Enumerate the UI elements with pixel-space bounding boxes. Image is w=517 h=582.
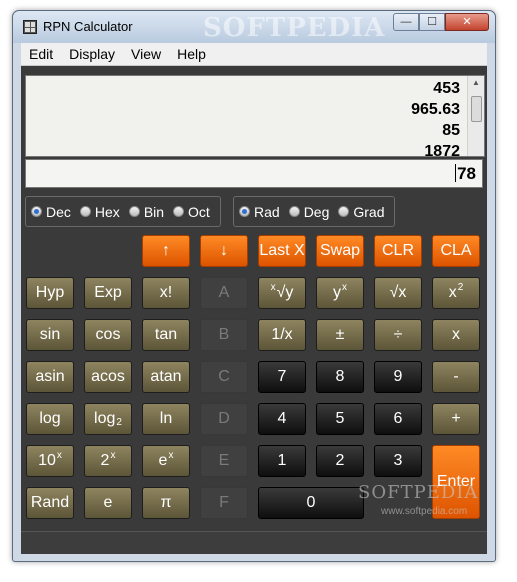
radio-hex[interactable]: Hex [79,204,120,220]
maximize-button[interactable]: ☐ [419,13,445,31]
cla-button[interactable]: CLA [432,235,480,267]
radio-bin[interactable]: Bin [128,204,164,220]
watermark-brand: SOFTPEDIA [358,482,479,503]
menu-edit[interactable]: Edit [21,43,61,65]
hyp-button[interactable]: Hyp [26,277,74,309]
status-bar [21,531,487,554]
watermark-text: SOFTPEDIA [203,13,386,43]
divide-button[interactable]: ÷ [374,319,422,351]
window-title: RPN Calculator [43,19,133,34]
menu-bar: Edit Display View Help [21,43,487,66]
digit-3-button[interactable]: 3 [374,445,422,477]
minimize-button[interactable]: — [393,13,419,31]
digit-9-button[interactable]: 9 [374,361,422,393]
digit-6-button[interactable]: 6 [374,403,422,435]
sin-button[interactable]: sin [26,319,74,351]
radio-selected-icon [31,206,42,217]
digit-2-button[interactable]: 2 [316,445,364,477]
number-base-group: Dec Hex Bin Oct [25,196,221,227]
rand-button[interactable]: Rand [26,487,74,519]
close-button[interactable]: ✕ [445,13,489,31]
radio-grad[interactable]: Grad [338,204,385,220]
euler-e-button[interactable]: e [84,487,132,519]
scroll-up-icon[interactable]: ▲ [468,76,484,89]
menu-help[interactable]: Help [169,43,214,65]
radio-dec[interactable]: Dec [31,204,71,220]
e-power-x-button[interactable]: ex [142,445,190,477]
menu-view[interactable]: View [123,43,169,65]
two-power-x-button[interactable]: 2x [84,445,132,477]
cos-button[interactable]: cos [84,319,132,351]
calculator-app-icon [23,20,37,34]
digit-7-button[interactable]: 7 [258,361,306,393]
log2-button[interactable]: log 2 [84,403,132,435]
stack-entry: 1872 [424,143,460,157]
reciprocal-button[interactable]: 1/x [258,319,306,351]
atan-button[interactable]: atan [142,361,190,393]
hex-a-button[interactable]: A [200,277,248,309]
radio-icon [338,206,350,217]
ten-power-x-button[interactable]: 10 x [26,445,74,477]
text-caret [455,164,457,182]
entry-value: 78 [457,164,476,183]
scroll-thumb[interactable] [471,96,482,122]
hex-c-button[interactable]: C [200,361,248,393]
swap-button[interactable]: Swap [316,235,364,267]
digit-5-button[interactable]: 5 [316,403,364,435]
exp-button[interactable]: Exp [84,277,132,309]
square-root-button[interactable]: √x [374,277,422,309]
menu-display[interactable]: Display [61,43,123,65]
hex-d-button[interactable]: D [200,403,248,435]
acos-button[interactable]: acos [84,361,132,393]
log-button[interactable]: log [26,403,74,435]
radio-icon [79,206,91,217]
digit-1-button[interactable]: 1 [258,445,306,477]
watermark-url: www.softpedia.com [381,506,468,517]
radio-icon [128,206,140,217]
stack-entry: 965.63 [411,101,460,118]
roll-down-button[interactable]: ↓ [200,235,248,267]
square-button[interactable]: x2 [432,277,480,309]
stack-entry: 453 [433,80,460,97]
xth-root-button[interactable]: x √y [258,277,306,309]
radio-icon [173,206,185,217]
radio-selected-icon [239,206,250,217]
subtract-button[interactable]: - [432,361,480,393]
roll-up-button[interactable]: ↑ [142,235,190,267]
ln-button[interactable]: ln [142,403,190,435]
title-bar[interactable]: RPN Calculator SOFTPEDIA — ☐ ✕ [13,11,495,43]
calculator-body: Edit Display View Help 453 965.63 85 187… [21,43,487,554]
digit-8-button[interactable]: 8 [316,361,364,393]
hex-b-button[interactable]: B [200,319,248,351]
radio-rad[interactable]: Rad [239,204,280,220]
tan-button[interactable]: tan [142,319,190,351]
multiply-button[interactable]: x [432,319,480,351]
calculator-window: RPN Calculator SOFTPEDIA — ☐ ✕ Edit Disp… [12,10,496,562]
hex-f-button[interactable]: F [200,487,248,519]
add-button[interactable]: + [432,403,480,435]
clr-button[interactable]: CLR [374,235,422,267]
stack-display: 453 965.63 85 1872 ▲ [25,75,485,157]
pi-button[interactable]: π [142,487,190,519]
angle-mode-group: Rad Deg Grad [233,196,395,227]
entry-field[interactable]: 78 [25,159,483,188]
digit-0-button[interactable]: 0 [258,487,364,519]
factorial-button[interactable]: x! [142,277,190,309]
stack-scrollbar[interactable]: ▲ [467,76,484,156]
radio-icon [288,206,300,217]
last-x-button[interactable]: Last X [258,235,306,267]
radio-deg[interactable]: Deg [288,204,329,220]
stack-entry: 85 [442,122,460,139]
radio-oct[interactable]: Oct [173,204,210,220]
digit-4-button[interactable]: 4 [258,403,306,435]
plus-minus-button[interactable]: ± [316,319,364,351]
hex-e-button[interactable]: E [200,445,248,477]
y-power-x-button[interactable]: yx [316,277,364,309]
asin-button[interactable]: asin [26,361,74,393]
